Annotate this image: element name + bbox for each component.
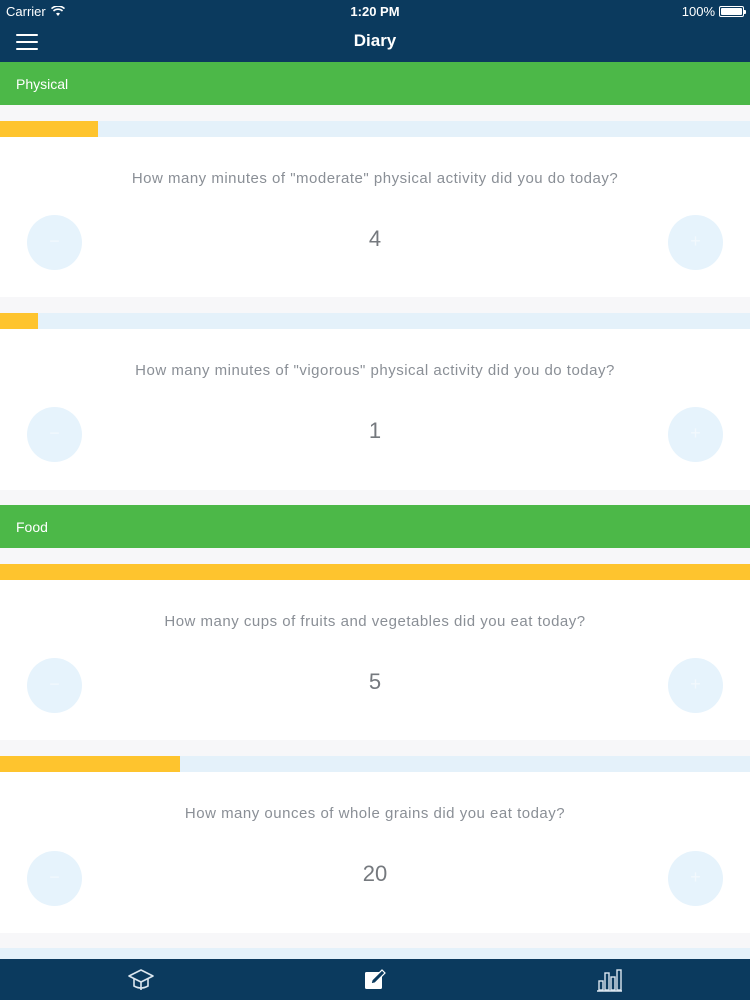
progress-track — [0, 564, 750, 580]
question-card: How many minutes of "moderate" physical … — [0, 137, 750, 297]
battery-icon — [719, 6, 746, 17]
battery-percent: 100% — [681, 4, 715, 19]
question-text: How many minutes of "moderate" physical … — [131, 170, 619, 187]
answer-value: 4 — [368, 226, 382, 251]
page-title: Diary — [353, 31, 397, 50]
question-text: How many minutes of "vigorous" physical … — [135, 362, 615, 379]
increment-button[interactable]: + — [668, 215, 723, 270]
progress-track — [0, 756, 750, 772]
increment-button[interactable]: + — [668, 851, 723, 906]
answer-value: 5 — [368, 669, 382, 694]
increment-button[interactable]: + — [668, 658, 723, 713]
increment-button[interactable]: + — [668, 407, 723, 462]
progress-fill — [0, 756, 180, 772]
edit-note-icon — [365, 969, 386, 989]
answer-value: 1 — [368, 418, 382, 443]
section-header-food: Food — [0, 505, 750, 548]
battery-status: 100% — [681, 4, 746, 19]
progress-track — [0, 313, 750, 329]
section-header-physical: Physical — [0, 62, 750, 105]
answer-value: 20 — [362, 861, 388, 886]
status-time: 1:20 PM — [350, 4, 400, 19]
question-card: How many ounces of whole grains did you … — [0, 772, 750, 933]
question-card: How many minutes of "vigorous" physical … — [0, 329, 750, 490]
progress-fill — [0, 564, 750, 580]
tab-diary[interactable] — [361, 967, 389, 993]
progress-track — [0, 121, 750, 137]
progress-track — [0, 948, 750, 959]
tab-bar — [0, 959, 750, 1000]
graduation-cap-icon — [128, 969, 154, 990]
question-text: How many cups of fruits and vegetables d… — [164, 613, 586, 630]
progress-fill — [0, 121, 98, 137]
diary-content[interactable]: Physical How many minutes of "moderate" … — [0, 62, 750, 959]
question-card: How many cups of fruits and vegetables d… — [0, 580, 750, 740]
navigation-bar: Diary — [0, 22, 750, 62]
progress-fill — [0, 313, 38, 329]
question-text: How many ounces of whole grains did you … — [184, 805, 566, 822]
bar-chart-icon — [597, 969, 622, 992]
tab-learn[interactable] — [127, 967, 155, 993]
tab-stats[interactable] — [595, 967, 623, 993]
status-bar: Carrier 1:20 PM 100% — [0, 0, 750, 22]
